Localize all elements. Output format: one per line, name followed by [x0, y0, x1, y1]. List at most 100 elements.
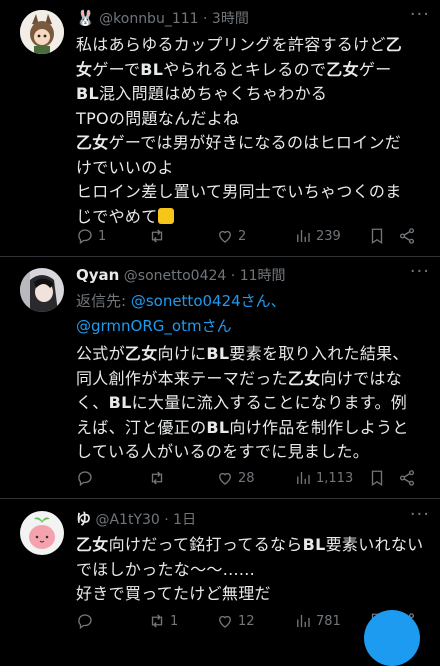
like-icon: [219, 230, 231, 243]
bookmark-button[interactable]: [368, 466, 386, 490]
tweet-text-line: している人がいるのをすでに見ました。: [76, 440, 428, 465]
reply-button[interactable]: [76, 466, 98, 490]
tweet-text-line: 乙女向けだって銘打ってるならBL要素いれない: [76, 533, 428, 558]
dot-separator: ·: [164, 512, 169, 528]
highlighted-keyword: 乙女: [287, 368, 321, 388]
tweet-text-line: 同人創作が本来テーマだった乙女向けではな: [76, 367, 428, 392]
views-count: 239: [316, 228, 341, 244]
highlighted-keyword: 乙女: [76, 535, 109, 554]
like-button[interactable]: 28: [216, 466, 255, 490]
views-icon: [297, 230, 310, 242]
like-count: 28: [238, 470, 255, 486]
text-run: 向けではな: [320, 368, 403, 388]
views-icon: [297, 615, 310, 627]
share-icon: [399, 470, 415, 486]
highlighted-keyword: BL: [206, 344, 230, 363]
reply-mention-link[interactable]: @sonetto0424さん、: [131, 292, 286, 310]
more-icon[interactable]: ···: [410, 4, 430, 25]
timestamp[interactable]: 1日: [173, 512, 196, 528]
more-icon[interactable]: ···: [410, 504, 430, 525]
avatar[interactable]: [20, 511, 64, 555]
text-run: している人がいるのをすでに見ました。: [76, 442, 370, 461]
display-name[interactable]: Qyan: [76, 266, 119, 284]
reply-button[interactable]: 1: [76, 224, 106, 248]
text-run: に大量に流入することになります。例: [131, 393, 408, 412]
display-name[interactable]: 🐰: [76, 9, 95, 27]
like-count: 2: [238, 228, 247, 244]
avatar-image: [20, 511, 64, 555]
highlighted-keyword: 乙女: [124, 344, 158, 363]
tweet-text: 乙女向けだって銘打ってるならBL要素いれない でほしかったな～～...... 好きで…: [76, 533, 428, 607]
like-count: 12: [238, 613, 255, 629]
more-icon[interactable]: ···: [410, 261, 430, 282]
retweet-button[interactable]: [148, 466, 170, 490]
text-run: じでやめて: [76, 206, 158, 226]
highlighted-keyword: BL: [206, 417, 230, 437]
text-run: やられるとキレるので: [163, 59, 327, 79]
reply-prefix: 返信先:: [76, 292, 131, 310]
views-count: 1,113: [316, 470, 354, 486]
tweet-text-line: く、BLに大量に流入することになります。例: [76, 391, 428, 416]
display-name[interactable]: ゆ: [76, 510, 91, 528]
timestamp[interactable]: 3時間: [212, 11, 249, 27]
retweet-button[interactable]: 1: [148, 609, 178, 633]
avatar[interactable]: [20, 268, 64, 312]
like-icon: [219, 472, 231, 485]
highlighted-keyword: BL: [108, 393, 132, 412]
retweet-count: 1: [170, 613, 179, 629]
share-button[interactable]: [398, 466, 416, 490]
handle[interactable]: @sonetto0424: [124, 268, 227, 284]
retweet-button[interactable]: [148, 224, 170, 248]
reply-button[interactable]: [76, 609, 98, 633]
dot-separator: ·: [203, 11, 208, 27]
retweet-icon: [151, 614, 163, 628]
views-button[interactable]: 1,113: [294, 466, 353, 490]
share-icon: [399, 228, 415, 244]
handle[interactable]: @A1tY30: [95, 512, 159, 528]
bookmark-icon: [371, 228, 383, 245]
share-button[interactable]: [398, 224, 416, 248]
text-run: えば、汀と優正の: [76, 417, 207, 437]
bookmark-icon: [371, 470, 383, 487]
tweet-1[interactable]: 🐰 @konnbu_111 · 3時間 ··· 私はあらゆるカップリングを許容す…: [0, 0, 440, 256]
highlighted-keyword: 乙女: [326, 59, 359, 79]
avatar[interactable]: [20, 10, 64, 54]
views-count: 781: [316, 613, 341, 629]
text-run: 向け作品を制作しようと: [229, 417, 409, 437]
tweet-2[interactable]: Qyan @sonetto0424 · 11時間 ··· 返信先: @sonet…: [0, 257, 440, 498]
reply-mention-link[interactable]: @grmnORG_otmさん: [76, 314, 428, 339]
compose-button[interactable]: [364, 610, 420, 666]
text-run: 公式が: [76, 344, 125, 363]
tweet-text-line: でほしかったな～～......: [76, 558, 428, 583]
text-run: けでいいのよ: [76, 157, 174, 177]
highlighted-keyword: 女: [76, 59, 93, 79]
views-button[interactable]: 239: [294, 224, 341, 248]
tweet-header: ゆ @A1tY30 · 1日: [76, 508, 196, 529]
like-button[interactable]: 2: [216, 224, 246, 248]
tweet-text-line: 公式が乙女向けにBL要素を取り入れた結果、: [76, 342, 428, 367]
reply-icon: [78, 229, 92, 245]
reply-count: 1: [98, 228, 107, 244]
tweet-text-line: 女ゲーでBLやられるとキレるので乙女ゲー: [76, 58, 428, 83]
tweet-text-line: えば、汀と優正のBL向け作品を制作しようと: [76, 416, 428, 441]
retweet-icon: [151, 229, 163, 243]
text-run: TPOの問題なんだよね: [76, 108, 240, 128]
avatar-image: [20, 268, 64, 312]
handle[interactable]: @konnbu_111: [99, 11, 198, 27]
tweet-text-line: 好きで買ってたけど無理だ: [76, 582, 428, 607]
tweet-actions: 1 2 239: [76, 224, 428, 248]
tweet-text-line: TPOの問題なんだよね: [76, 107, 428, 132]
text-run: 向けだって銘打ってるなら: [108, 535, 303, 554]
text-run: ゲーでは男が好きになるのはヒロインだ: [108, 133, 402, 152]
timestamp[interactable]: 11時間: [240, 268, 286, 284]
views-button[interactable]: 781: [294, 609, 341, 633]
highlighted-keyword: BL: [76, 84, 99, 103]
bookmark-button[interactable]: [368, 224, 386, 248]
text-run: ゲー: [358, 59, 392, 79]
tweet-text: 公式が乙女向けにBL要素を取り入れた結果、 同人創作が本来テーマだった乙女向けでは…: [76, 342, 428, 465]
tweet-header: Qyan @sonetto0424 · 11時間: [76, 265, 286, 285]
text-run: 私はあらゆるカップリングを許容するけど: [76, 35, 386, 54]
highlighted-keyword: 乙: [385, 35, 403, 54]
tweet-text-line: 私はあらゆるカップリングを許容するけど乙: [76, 33, 428, 58]
like-button[interactable]: 12: [216, 609, 255, 633]
